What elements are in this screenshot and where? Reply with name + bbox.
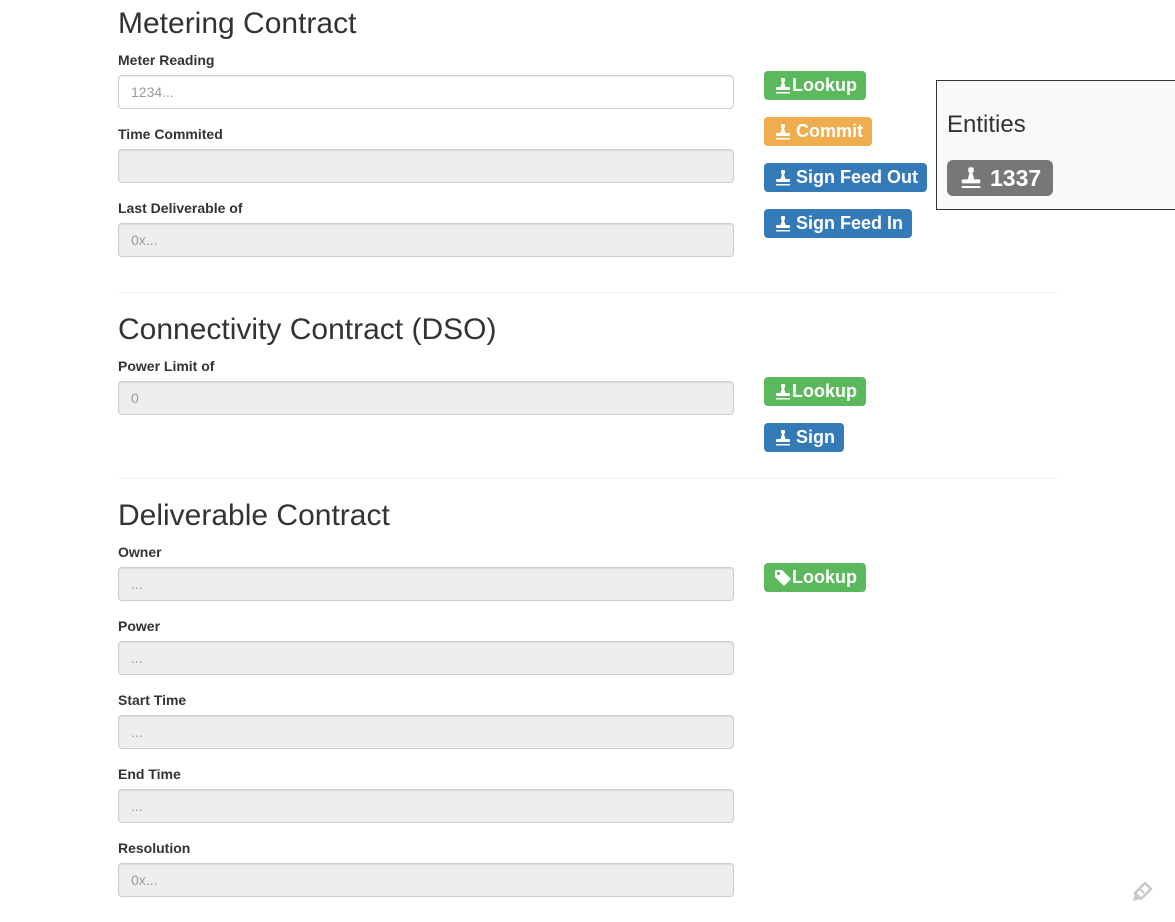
connectivity-contract-title: Connectivity Contract (DSO) [118,313,497,346]
last-deliverable-label: Last Deliverable of [118,200,243,216]
sign-feed-in-button[interactable]: Sign Feed In [764,209,913,238]
deliverable-contract-section: Deliverable Contract Owner Power Start T… [118,492,1058,902]
connectivity-sign-button[interactable]: Sign [764,423,844,452]
meter-reading-label: Meter Reading [118,52,215,68]
feedback-icon[interactable] [1130,878,1156,904]
stamp-icon [774,77,792,95]
stamp-icon [774,215,792,233]
tag-icon [774,569,792,587]
deliverable-lookup-label: Lookup [792,567,857,587]
sign-feed-in-label: Sign Feed In [796,213,904,233]
metering-lookup-button[interactable]: Lookup [764,71,866,100]
connectivity-sign-label: Sign [796,427,835,447]
power-label: Power [118,618,161,634]
entities-panel: Entities 1337 [936,80,1175,210]
start-time-input [118,715,734,749]
metering-contract-title: Metering Contract [118,7,357,40]
entity-badge[interactable]: 1337 [947,160,1054,196]
resolution-label: Resolution [118,840,191,856]
end-time-label: End Time [118,766,181,782]
power-limit-input [118,381,734,415]
commit-button[interactable]: Commit [764,117,872,146]
end-time-input [118,789,734,823]
owner-input [118,567,734,601]
deliverable-contract-title: Deliverable Contract [118,499,390,532]
metering-lookup-label: Lookup [792,75,857,95]
sign-feed-out-label: Sign Feed Out [796,167,919,187]
connectivity-lookup-button[interactable]: Lookup [764,377,866,406]
owner-label: Owner [118,544,162,560]
commit-label: Commit [796,121,863,141]
stamp-icon [774,429,792,447]
power-limit-label: Power Limit of [118,358,215,374]
stamp-icon [959,166,983,190]
page: Metering Contract Meter Reading Time Com… [0,0,1175,922]
time-committed-input [118,149,734,183]
time-committed-label: Time Commited [118,126,223,142]
entities-title: Entities [947,111,1026,138]
entity-id: 1337 [990,164,1042,191]
metering-contract-section: Metering Contract Meter Reading Time Com… [118,0,1058,260]
meter-reading-input[interactable] [118,75,734,109]
section-divider [118,478,1058,479]
connectivity-lookup-label: Lookup [792,381,857,401]
stamp-icon [774,383,792,401]
stamp-icon [774,169,792,187]
last-deliverable-input [118,223,734,257]
stamp-icon [774,123,792,141]
resolution-input [118,863,734,897]
start-time-label: Start Time [118,692,187,708]
section-divider [118,292,1058,293]
sign-feed-out-button[interactable]: Sign Feed Out [764,163,928,192]
connectivity-contract-section: Connectivity Contract (DSO) Power Limit … [118,306,1058,456]
deliverable-lookup-button[interactable]: Lookup [764,563,866,592]
power-input [118,641,734,675]
